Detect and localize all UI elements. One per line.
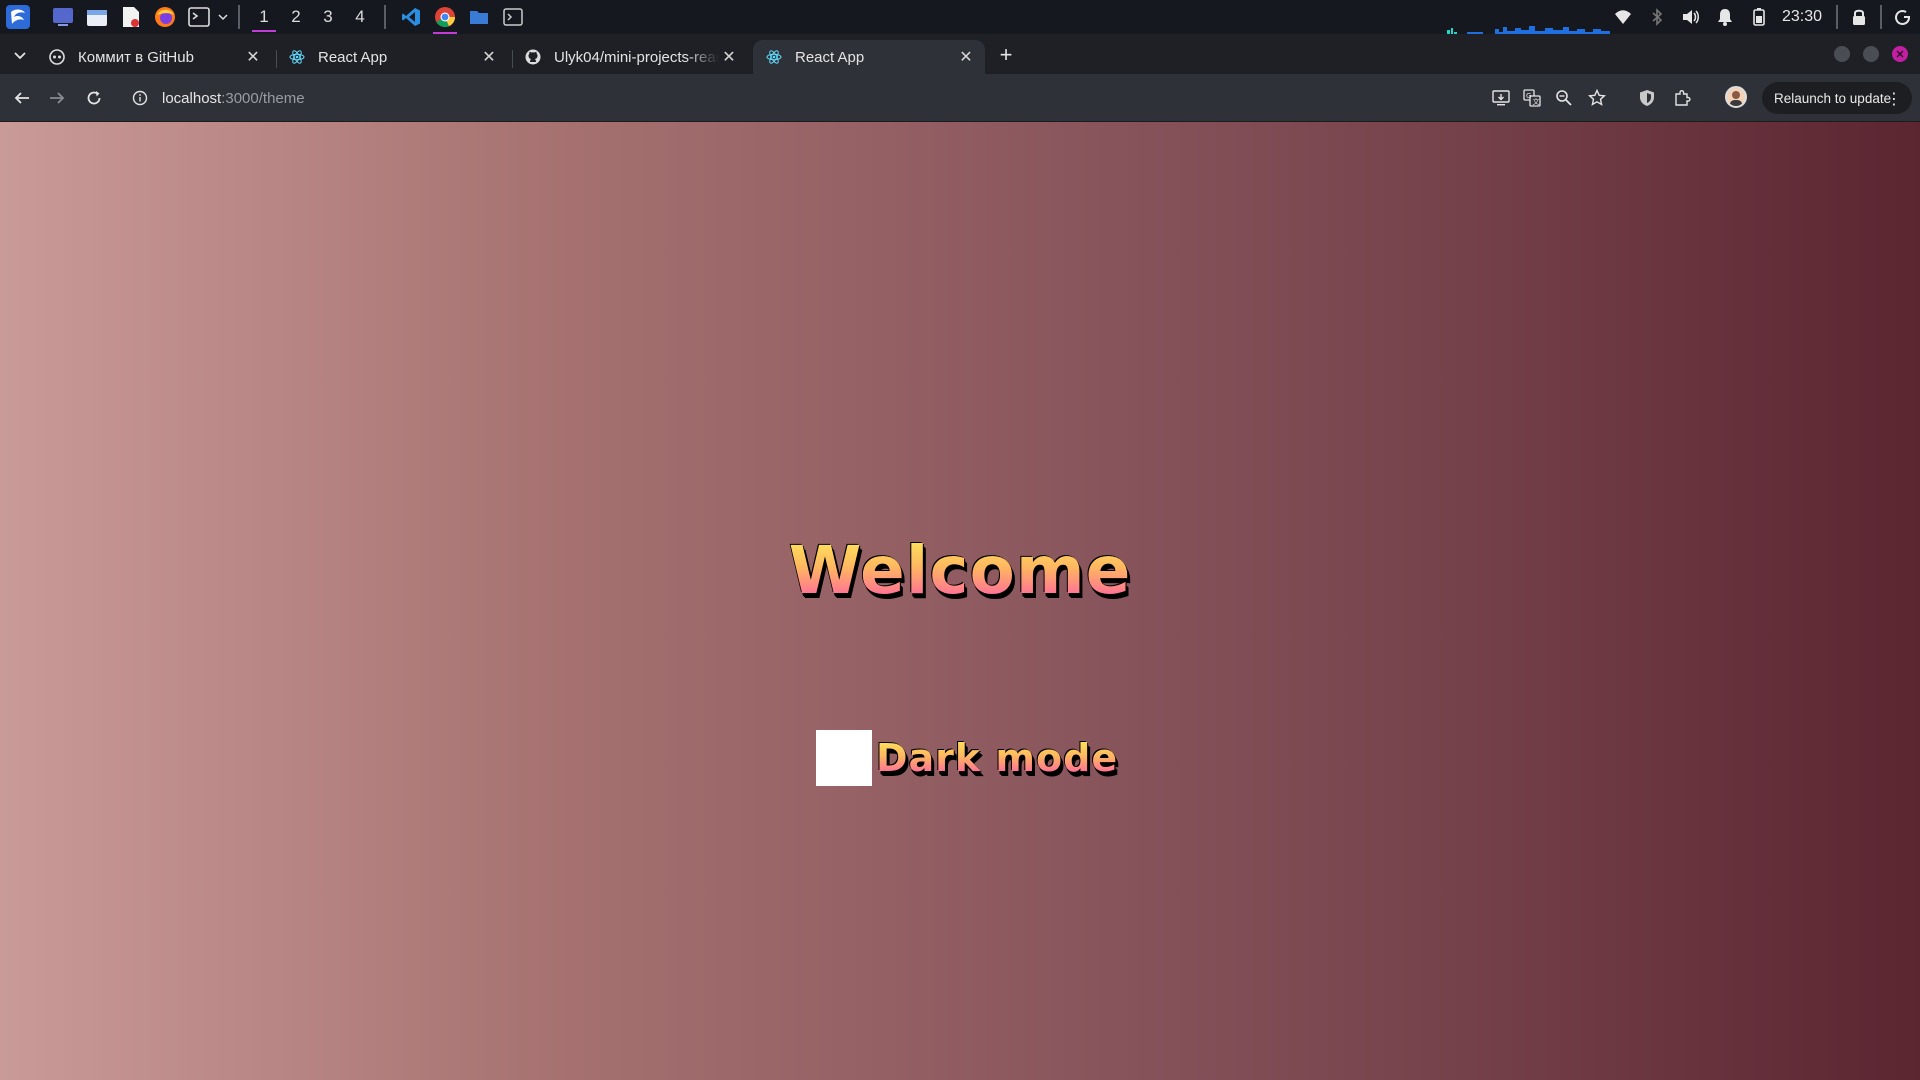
tab-react-app-2[interactable]: React App ✕ [753, 40, 985, 74]
tab-title: Ulyk04/mini-projects-react [554, 48, 719, 66]
forward-button[interactable] [45, 86, 69, 110]
dark-mode-toggle[interactable]: Dark mode [816, 730, 1118, 786]
react-icon [765, 48, 783, 66]
welcome-heading: Welcome [788, 532, 1132, 609]
terminal-icon[interactable] [185, 3, 213, 31]
dark-mode-checkbox[interactable] [816, 730, 872, 786]
zoom-icon[interactable] [1553, 87, 1575, 109]
desktop-icon[interactable] [49, 3, 77, 31]
install-app-icon[interactable] [1490, 87, 1512, 109]
wifi-icon[interactable] [1606, 0, 1640, 34]
console-icon[interactable] [499, 3, 527, 31]
lock-icon[interactable] [1842, 0, 1876, 34]
github-copilot-icon [48, 48, 66, 66]
chevron-down-icon[interactable] [216, 3, 230, 31]
taskbar-separator [1836, 5, 1838, 29]
tab-search-button[interactable] [10, 46, 30, 66]
dark-mode-label: Dark mode [876, 736, 1119, 780]
github-icon [524, 48, 542, 66]
url-host: localhost [162, 89, 222, 107]
react-icon [288, 48, 306, 66]
tab-title: React App [318, 48, 388, 66]
browser-toolbar: localhost:3000/theme G文 Relaunch to upda… [0, 74, 1920, 122]
url-text[interactable]: localhost:3000/theme [162, 90, 305, 107]
close-tab-icon[interactable]: ✕ [244, 48, 262, 66]
profile-avatar[interactable] [1725, 86, 1747, 108]
workspace-4[interactable]: 4 [344, 0, 376, 34]
welcome-heading-wrapper: Welcome [0, 532, 1920, 609]
svg-text:G: G [1526, 92, 1531, 100]
new-tab-button[interactable]: + [995, 42, 1017, 67]
maximize-button[interactable] [1863, 46, 1879, 62]
tab-strip: Коммит в GitHub ✕ React App ✕ Ulyk04/min… [0, 34, 1920, 74]
battery-icon[interactable] [1742, 0, 1776, 34]
tab-title: React App [795, 48, 865, 66]
chrome-icon[interactable] [431, 3, 459, 34]
tab-react-app-1[interactable]: React App ✕ [276, 40, 508, 74]
close-window-button[interactable] [1892, 46, 1908, 62]
tab-github-commit[interactable]: Коммит в GitHub ✕ [36, 40, 272, 74]
taskbar-separator [238, 5, 240, 29]
folder-icon[interactable] [465, 3, 493, 31]
workspace-3[interactable]: 3 [312, 0, 344, 34]
power-icon[interactable] [1886, 0, 1920, 34]
network-graph-widget [1447, 26, 1610, 34]
vscode-icon[interactable] [397, 3, 425, 31]
site-info-icon[interactable] [130, 88, 150, 108]
shield-extension-icon[interactable] [1636, 87, 1658, 109]
url-path: :3000/theme [221, 89, 305, 107]
volume-icon[interactable] [1674, 0, 1708, 34]
workspace-2[interactable]: 2 [280, 0, 312, 34]
close-tab-icon[interactable]: ✕ [480, 48, 498, 66]
page-viewport: Welcome Dark mode [0, 122, 1920, 1080]
system-menu-icon[interactable] [4, 3, 32, 31]
svg-text:文: 文 [1533, 97, 1540, 106]
files-icon[interactable] [83, 3, 111, 31]
clock[interactable]: 23:30 [1782, 8, 1822, 26]
tab-title: Коммит в GitHub [78, 48, 194, 66]
bookmark-star-icon[interactable] [1586, 87, 1608, 109]
relaunch-label: Relaunch to update [1774, 90, 1892, 106]
translate-icon[interactable]: G文 [1521, 87, 1543, 109]
document-icon[interactable] [117, 3, 145, 31]
back-button[interactable] [10, 86, 34, 110]
taskbar-separator [384, 5, 386, 29]
taskbar-separator [1880, 5, 1882, 29]
menu-dots-icon[interactable]: ⋮ [1886, 89, 1902, 109]
taskbar: 1 2 3 4 23:30 [0, 0, 1920, 34]
minimize-button[interactable] [1834, 46, 1850, 62]
workspace-1[interactable]: 1 [248, 0, 280, 34]
notification-icon[interactable] [1708, 0, 1742, 34]
extensions-puzzle-icon[interactable] [1672, 87, 1694, 109]
tab-github-repo[interactable]: Ulyk04/mini-projects-react ✕ [512, 40, 748, 74]
relaunch-to-update-button[interactable]: Relaunch to update ⋮ [1762, 82, 1912, 114]
firefox-icon[interactable] [151, 3, 179, 31]
address-bar[interactable]: localhost:3000/theme [122, 80, 1462, 116]
reload-button[interactable] [82, 86, 106, 110]
bluetooth-icon[interactable] [1640, 0, 1674, 34]
close-tab-icon[interactable]: ✕ [957, 48, 975, 66]
close-tab-icon[interactable]: ✕ [720, 48, 738, 66]
